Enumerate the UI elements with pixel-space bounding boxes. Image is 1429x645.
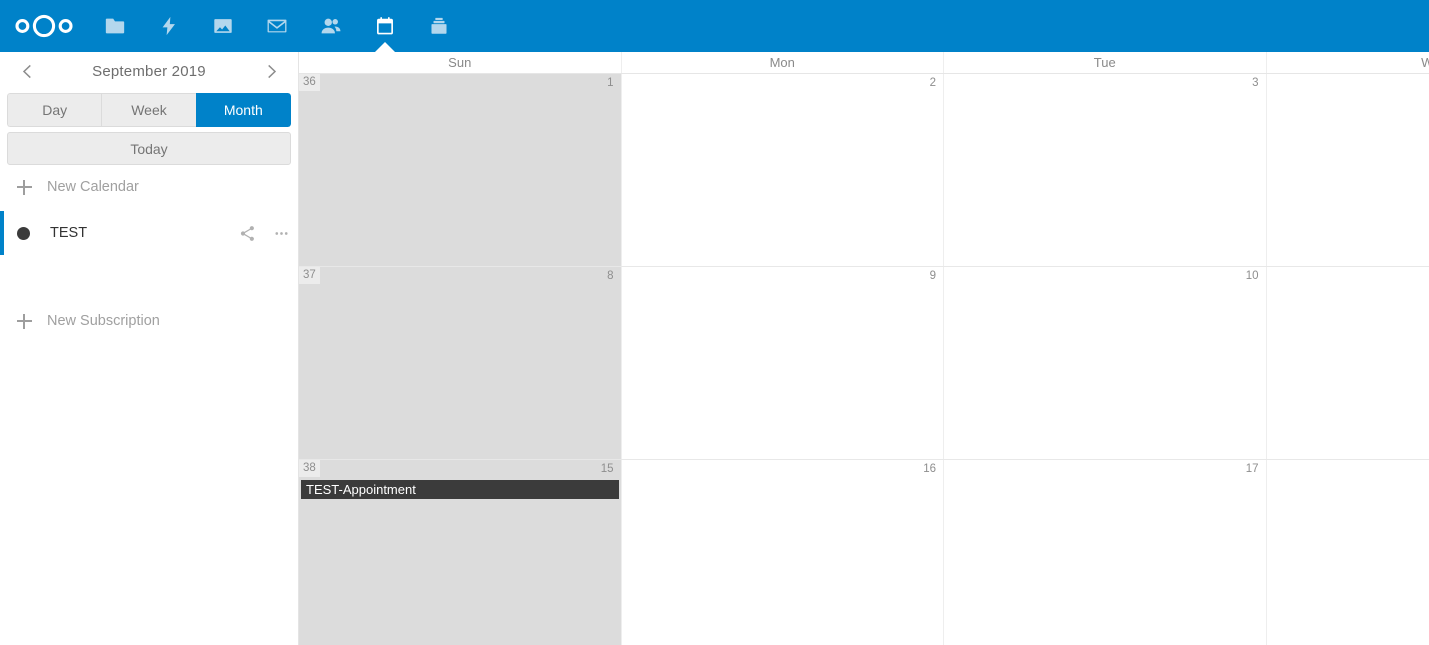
day-cell[interactable]: 2 [621,74,944,266]
weekday-header-sun: Sun [299,52,622,73]
nav-app-deck[interactable] [412,0,466,52]
calendar-color-dot[interactable] [17,226,30,240]
day-cell[interactable] [1266,267,1429,459]
week-number: 37 [299,267,320,284]
day-cell[interactable] [1266,460,1429,645]
day-number: 3 [1252,77,1259,89]
today-button[interactable]: Today [7,132,291,165]
day-cell[interactable]: 10 [944,267,1267,459]
chevron-right-icon[interactable] [258,59,284,85]
day-cell[interactable]: 36 1 [299,74,622,266]
weekday-header-tue: Tue [944,52,1267,73]
nav-app-mail[interactable] [250,0,304,52]
day-number: 2 [929,77,936,89]
nav-app-photos[interactable] [196,0,250,52]
week-number: 36 [299,74,320,91]
calendar-name: TEST [50,225,88,241]
day-number: 17 [1245,463,1259,475]
day-number: 16 [923,463,936,475]
weekday-header-row: Sun Mon Tue W [299,52,1429,74]
day-cell[interactable]: 38 15 TEST-Appointment [299,460,622,645]
day-number: 15 [600,463,614,475]
more-dots-icon[interactable] [264,216,298,250]
app-sidebar: September 2019 Day Week Month Today New … [0,52,299,645]
day-number: 9 [929,270,936,282]
day-number: 10 [1245,270,1259,282]
view-button-week[interactable]: Week [101,93,196,127]
calendar-week-row: 36 1 2 3 [299,74,1429,267]
new-subscription-label: New Subscription [47,313,160,329]
datepicker-label[interactable]: September 2019 [40,63,258,80]
week-number: 38 [299,460,320,477]
weekday-header-mon: Mon [622,52,944,73]
plus-icon [14,311,34,331]
day-cell[interactable]: 9 [621,267,944,459]
calendar-grid: Sun Mon Tue W 36 1 2 3 37 8 9 10 38 15 T… [299,52,1429,645]
nav-app-contacts[interactable] [304,0,358,52]
view-button-month[interactable]: Month [195,93,291,127]
calendar-week-row: 37 8 9 10 [299,267,1429,460]
day-number: 1 [607,77,614,89]
day-cell[interactable]: 17 [944,460,1267,645]
day-cell[interactable] [1266,74,1429,266]
plus-icon [14,177,34,197]
share-icon[interactable] [230,216,264,250]
nav-app-calendar[interactable] [358,0,412,52]
day-cell[interactable]: 37 8 [299,267,622,459]
new-subscription-button[interactable]: New Subscription [0,299,298,343]
new-calendar-label: New Calendar [47,179,139,195]
calendar-list-item-test[interactable]: TEST [0,211,298,255]
calendar-list: TEST [0,211,298,255]
nav-app-activity[interactable] [142,0,196,52]
chevron-left-icon[interactable] [14,59,40,85]
nav-app-files[interactable] [88,0,142,52]
new-calendar-button[interactable]: New Calendar [0,165,298,209]
calendar-event[interactable]: TEST-Appointment [301,480,619,499]
day-cell[interactable]: 16 [621,460,944,645]
view-button-day[interactable]: Day [7,93,102,127]
weekday-header-wed: W [1267,52,1429,73]
calendar-week-row: 38 15 TEST-Appointment 16 17 [299,460,1429,645]
app-navigation-bar [0,0,1429,52]
nextcloud-logo[interactable] [0,0,88,52]
day-cell[interactable]: 3 [944,74,1267,266]
day-number: 8 [607,270,614,282]
view-switcher: Day Week Month [7,93,291,127]
datepicker: September 2019 [0,52,298,91]
